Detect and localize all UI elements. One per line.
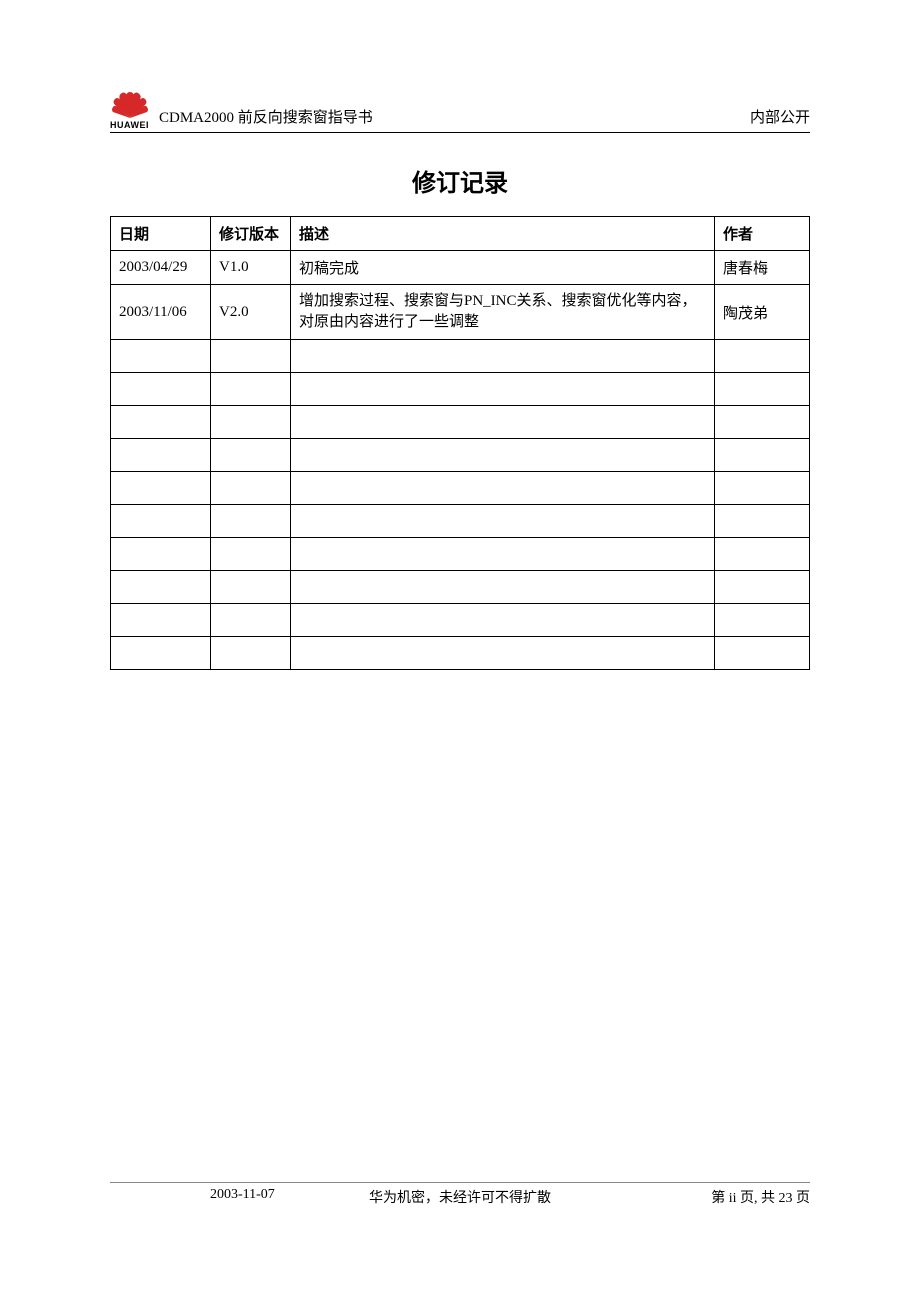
- cell-version: [211, 406, 291, 439]
- table-row: [111, 472, 810, 505]
- table-row: [111, 604, 810, 637]
- cell-date: [111, 472, 211, 505]
- cell-version: [211, 373, 291, 406]
- document-page: HUAWEI CDMA2000 前反向搜索窗指导书 内部公开 修订记录 日期 修…: [0, 0, 920, 1302]
- cell-author: [715, 538, 810, 571]
- cell-date: [111, 439, 211, 472]
- cell-author: [715, 505, 810, 538]
- cell-desc: [291, 373, 715, 406]
- cell-date: [111, 571, 211, 604]
- cell-author: [715, 571, 810, 604]
- table-row: 2003/11/06 V2.0 增加搜索过程、搜索窗与PN_INC关系、搜索窗优…: [111, 285, 810, 340]
- cell-version: [211, 571, 291, 604]
- cell-author: [715, 406, 810, 439]
- page-footer: 2003-11-07 华为机密，未经许可不得扩散 第 ii 页, 共 23 页: [110, 1182, 810, 1207]
- footer-center: 华为机密，未经许可不得扩散: [369, 1187, 551, 1207]
- cell-author: [715, 340, 810, 373]
- cell-version: [211, 505, 291, 538]
- cell-desc: [291, 340, 715, 373]
- logo-container: HUAWEI: [110, 90, 149, 130]
- table-row: [111, 406, 810, 439]
- cell-author: 唐春梅: [715, 251, 810, 285]
- col-header-version: 修订版本: [211, 217, 291, 251]
- cell-version: V1.0: [211, 251, 291, 285]
- page-header: HUAWEI CDMA2000 前反向搜索窗指导书 内部公开: [110, 90, 810, 133]
- cell-date: [111, 538, 211, 571]
- huawei-logo-icon: [112, 90, 148, 118]
- table-row: 2003/04/29 V1.0 初稿完成 唐春梅: [111, 251, 810, 285]
- cell-date: [111, 373, 211, 406]
- cell-version: [211, 604, 291, 637]
- cell-author: [715, 373, 810, 406]
- table-row: [111, 505, 810, 538]
- cell-date: [111, 505, 211, 538]
- table-row: [111, 439, 810, 472]
- cell-author: [715, 604, 810, 637]
- cell-author: [715, 637, 810, 670]
- table-row: [111, 373, 810, 406]
- table-row: [111, 538, 810, 571]
- table-row: [111, 571, 810, 604]
- header-title: CDMA2000 前反向搜索窗指导书: [159, 106, 750, 130]
- table-header-row: 日期 修订版本 描述 作者: [111, 217, 810, 251]
- cell-author: [715, 439, 810, 472]
- cell-date: [111, 340, 211, 373]
- cell-author: [715, 472, 810, 505]
- cell-version: [211, 637, 291, 670]
- cell-desc: [291, 472, 715, 505]
- cell-desc: 初稿完成: [291, 251, 715, 285]
- footer-page: 第 ii 页, 共 23 页: [711, 1187, 810, 1207]
- cell-desc: [291, 406, 715, 439]
- cell-date: [111, 604, 211, 637]
- cell-date: [111, 637, 211, 670]
- cell-version: [211, 472, 291, 505]
- cell-desc: [291, 538, 715, 571]
- cell-desc: [291, 505, 715, 538]
- cell-desc: [291, 571, 715, 604]
- cell-version: [211, 340, 291, 373]
- cell-author: 陶茂弟: [715, 285, 810, 340]
- revision-table: 日期 修订版本 描述 作者 2003/04/29 V1.0 初稿完成 唐春梅 2…: [110, 216, 810, 670]
- cell-date: [111, 406, 211, 439]
- col-header-date: 日期: [111, 217, 211, 251]
- cell-date: 2003/04/29: [111, 251, 211, 285]
- cell-desc: [291, 604, 715, 637]
- col-header-author: 作者: [715, 217, 810, 251]
- cell-desc: [291, 637, 715, 670]
- cell-date: 2003/11/06: [111, 285, 211, 340]
- table-row: [111, 340, 810, 373]
- logo-text: HUAWEI: [110, 120, 149, 130]
- cell-version: [211, 538, 291, 571]
- cell-version: V2.0: [211, 285, 291, 340]
- page-title: 修订记录: [110, 163, 810, 198]
- col-header-desc: 描述: [291, 217, 715, 251]
- cell-desc: [291, 439, 715, 472]
- table-row: [111, 637, 810, 670]
- cell-version: [211, 439, 291, 472]
- footer-date: 2003-11-07: [110, 1187, 275, 1207]
- header-tag: 内部公开: [750, 106, 810, 130]
- cell-desc: 增加搜索过程、搜索窗与PN_INC关系、搜索窗优化等内容，对原由内容进行了一些调…: [291, 285, 715, 340]
